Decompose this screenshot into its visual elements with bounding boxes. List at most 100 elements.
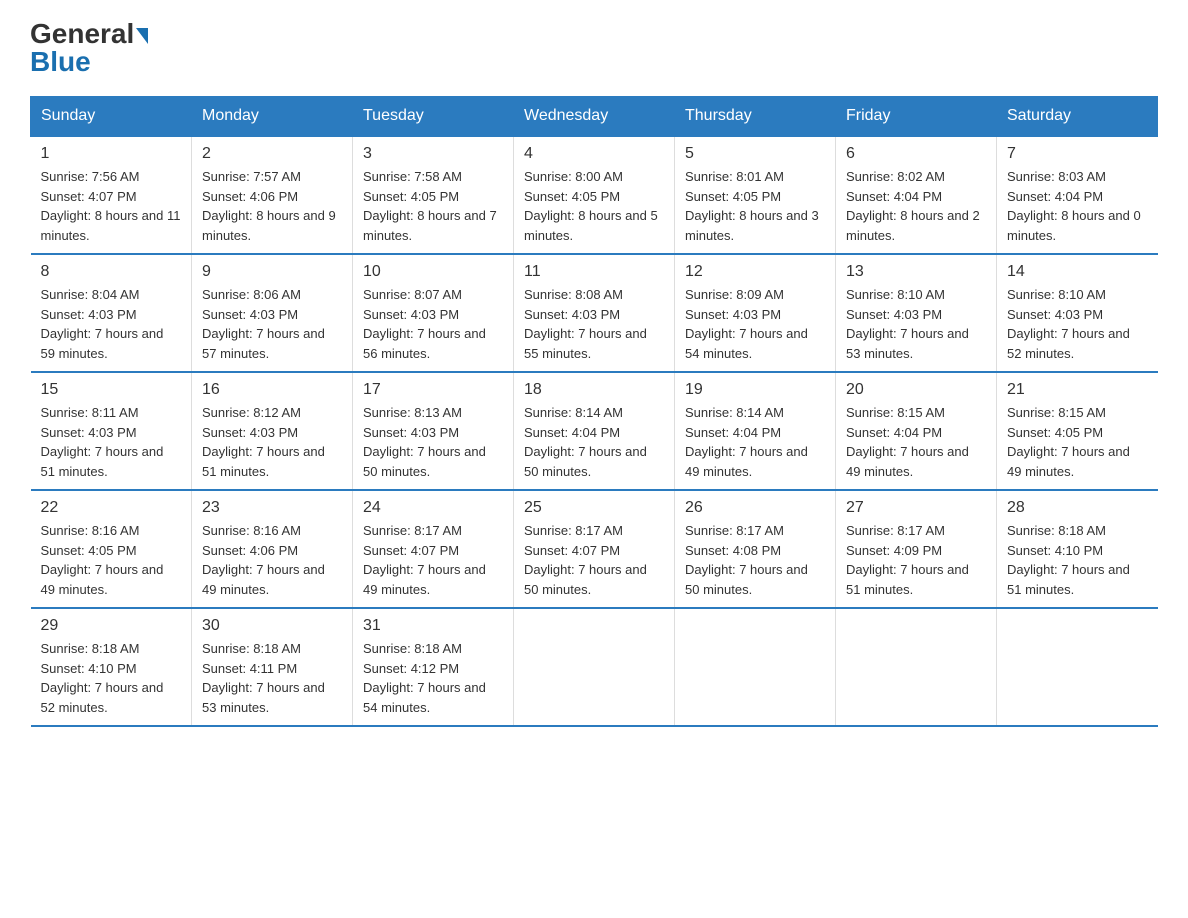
day-info: Sunrise: 8:04 AMSunset: 4:03 PMDaylight:… (41, 285, 182, 363)
day-number: 3 (363, 145, 503, 163)
day-info: Sunrise: 8:00 AMSunset: 4:05 PMDaylight:… (524, 167, 664, 245)
day-info: Sunrise: 8:17 AMSunset: 4:07 PMDaylight:… (363, 521, 503, 599)
day-cell: 7 Sunrise: 8:03 AMSunset: 4:04 PMDayligh… (997, 136, 1158, 254)
day-number: 23 (202, 499, 342, 517)
week-row-1: 1 Sunrise: 7:56 AMSunset: 4:07 PMDayligh… (31, 136, 1158, 254)
day-number: 30 (202, 617, 342, 635)
day-cell: 8 Sunrise: 8:04 AMSunset: 4:03 PMDayligh… (31, 254, 192, 372)
day-cell: 18 Sunrise: 8:14 AMSunset: 4:04 PMDaylig… (514, 372, 675, 490)
day-cell: 3 Sunrise: 7:58 AMSunset: 4:05 PMDayligh… (353, 136, 514, 254)
day-cell (836, 608, 997, 726)
day-cell: 27 Sunrise: 8:17 AMSunset: 4:09 PMDaylig… (836, 490, 997, 608)
day-cell: 20 Sunrise: 8:15 AMSunset: 4:04 PMDaylig… (836, 372, 997, 490)
day-info: Sunrise: 8:18 AMSunset: 4:11 PMDaylight:… (202, 639, 342, 717)
day-info: Sunrise: 8:16 AMSunset: 4:06 PMDaylight:… (202, 521, 342, 599)
day-info: Sunrise: 8:17 AMSunset: 4:09 PMDaylight:… (846, 521, 986, 599)
week-row-4: 22 Sunrise: 8:16 AMSunset: 4:05 PMDaylig… (31, 490, 1158, 608)
week-row-3: 15 Sunrise: 8:11 AMSunset: 4:03 PMDaylig… (31, 372, 1158, 490)
day-cell: 30 Sunrise: 8:18 AMSunset: 4:11 PMDaylig… (192, 608, 353, 726)
day-number: 11 (524, 263, 664, 281)
day-cell: 26 Sunrise: 8:17 AMSunset: 4:08 PMDaylig… (675, 490, 836, 608)
week-row-2: 8 Sunrise: 8:04 AMSunset: 4:03 PMDayligh… (31, 254, 1158, 372)
day-header-monday: Monday (192, 97, 353, 137)
day-cell: 17 Sunrise: 8:13 AMSunset: 4:03 PMDaylig… (353, 372, 514, 490)
day-info: Sunrise: 7:56 AMSunset: 4:07 PMDaylight:… (41, 167, 182, 245)
day-number: 18 (524, 381, 664, 399)
day-number: 1 (41, 145, 182, 163)
day-number: 7 (1007, 145, 1148, 163)
day-info: Sunrise: 8:14 AMSunset: 4:04 PMDaylight:… (685, 403, 825, 481)
day-number: 5 (685, 145, 825, 163)
day-cell: 12 Sunrise: 8:09 AMSunset: 4:03 PMDaylig… (675, 254, 836, 372)
week-row-5: 29 Sunrise: 8:18 AMSunset: 4:10 PMDaylig… (31, 608, 1158, 726)
day-cell (997, 608, 1158, 726)
logo-line2: Blue (30, 48, 91, 76)
day-cell: 29 Sunrise: 8:18 AMSunset: 4:10 PMDaylig… (31, 608, 192, 726)
day-cell: 22 Sunrise: 8:16 AMSunset: 4:05 PMDaylig… (31, 490, 192, 608)
day-cell: 6 Sunrise: 8:02 AMSunset: 4:04 PMDayligh… (836, 136, 997, 254)
day-number: 26 (685, 499, 825, 517)
days-header-row: SundayMondayTuesdayWednesdayThursdayFrid… (31, 97, 1158, 137)
page-header: General Blue (30, 20, 1158, 76)
day-number: 19 (685, 381, 825, 399)
day-info: Sunrise: 8:09 AMSunset: 4:03 PMDaylight:… (685, 285, 825, 363)
day-cell (514, 608, 675, 726)
day-cell: 1 Sunrise: 7:56 AMSunset: 4:07 PMDayligh… (31, 136, 192, 254)
day-number: 8 (41, 263, 182, 281)
day-info: Sunrise: 8:07 AMSunset: 4:03 PMDaylight:… (363, 285, 503, 363)
day-number: 9 (202, 263, 342, 281)
day-info: Sunrise: 8:13 AMSunset: 4:03 PMDaylight:… (363, 403, 503, 481)
day-number: 31 (363, 617, 503, 635)
day-header-friday: Friday (836, 97, 997, 137)
day-cell: 11 Sunrise: 8:08 AMSunset: 4:03 PMDaylig… (514, 254, 675, 372)
day-number: 20 (846, 381, 986, 399)
day-cell: 16 Sunrise: 8:12 AMSunset: 4:03 PMDaylig… (192, 372, 353, 490)
day-info: Sunrise: 8:15 AMSunset: 4:04 PMDaylight:… (846, 403, 986, 481)
day-cell: 14 Sunrise: 8:10 AMSunset: 4:03 PMDaylig… (997, 254, 1158, 372)
day-cell: 21 Sunrise: 8:15 AMSunset: 4:05 PMDaylig… (997, 372, 1158, 490)
day-number: 6 (846, 145, 986, 163)
day-number: 25 (524, 499, 664, 517)
day-cell: 25 Sunrise: 8:17 AMSunset: 4:07 PMDaylig… (514, 490, 675, 608)
day-number: 17 (363, 381, 503, 399)
day-info: Sunrise: 8:18 AMSunset: 4:10 PMDaylight:… (1007, 521, 1148, 599)
day-cell: 2 Sunrise: 7:57 AMSunset: 4:06 PMDayligh… (192, 136, 353, 254)
day-number: 2 (202, 145, 342, 163)
logo-line1: General (30, 20, 148, 48)
day-number: 13 (846, 263, 986, 281)
day-number: 22 (41, 499, 182, 517)
day-number: 14 (1007, 263, 1148, 281)
day-cell: 10 Sunrise: 8:07 AMSunset: 4:03 PMDaylig… (353, 254, 514, 372)
day-info: Sunrise: 7:58 AMSunset: 4:05 PMDaylight:… (363, 167, 503, 245)
day-cell: 19 Sunrise: 8:14 AMSunset: 4:04 PMDaylig… (675, 372, 836, 490)
day-header-sunday: Sunday (31, 97, 192, 137)
day-cell: 15 Sunrise: 8:11 AMSunset: 4:03 PMDaylig… (31, 372, 192, 490)
day-number: 12 (685, 263, 825, 281)
day-info: Sunrise: 8:06 AMSunset: 4:03 PMDaylight:… (202, 285, 342, 363)
day-info: Sunrise: 8:15 AMSunset: 4:05 PMDaylight:… (1007, 403, 1148, 481)
day-number: 15 (41, 381, 182, 399)
day-info: Sunrise: 8:18 AMSunset: 4:10 PMDaylight:… (41, 639, 182, 717)
day-number: 29 (41, 617, 182, 635)
day-header-wednesday: Wednesday (514, 97, 675, 137)
calendar-table: SundayMondayTuesdayWednesdayThursdayFrid… (30, 96, 1158, 727)
day-info: Sunrise: 8:18 AMSunset: 4:12 PMDaylight:… (363, 639, 503, 717)
day-info: Sunrise: 8:03 AMSunset: 4:04 PMDaylight:… (1007, 167, 1148, 245)
day-header-thursday: Thursday (675, 97, 836, 137)
day-number: 28 (1007, 499, 1148, 517)
day-cell (675, 608, 836, 726)
day-cell: 5 Sunrise: 8:01 AMSunset: 4:05 PMDayligh… (675, 136, 836, 254)
day-number: 16 (202, 381, 342, 399)
day-info: Sunrise: 8:11 AMSunset: 4:03 PMDaylight:… (41, 403, 182, 481)
day-info: Sunrise: 8:01 AMSunset: 4:05 PMDaylight:… (685, 167, 825, 245)
day-header-saturday: Saturday (997, 97, 1158, 137)
day-info: Sunrise: 8:14 AMSunset: 4:04 PMDaylight:… (524, 403, 664, 481)
day-header-tuesday: Tuesday (353, 97, 514, 137)
day-cell: 31 Sunrise: 8:18 AMSunset: 4:12 PMDaylig… (353, 608, 514, 726)
day-info: Sunrise: 8:02 AMSunset: 4:04 PMDaylight:… (846, 167, 986, 245)
day-cell: 13 Sunrise: 8:10 AMSunset: 4:03 PMDaylig… (836, 254, 997, 372)
day-info: Sunrise: 8:10 AMSunset: 4:03 PMDaylight:… (1007, 285, 1148, 363)
day-info: Sunrise: 8:17 AMSunset: 4:07 PMDaylight:… (524, 521, 664, 599)
logo: General Blue (30, 20, 148, 76)
day-info: Sunrise: 8:16 AMSunset: 4:05 PMDaylight:… (41, 521, 182, 599)
